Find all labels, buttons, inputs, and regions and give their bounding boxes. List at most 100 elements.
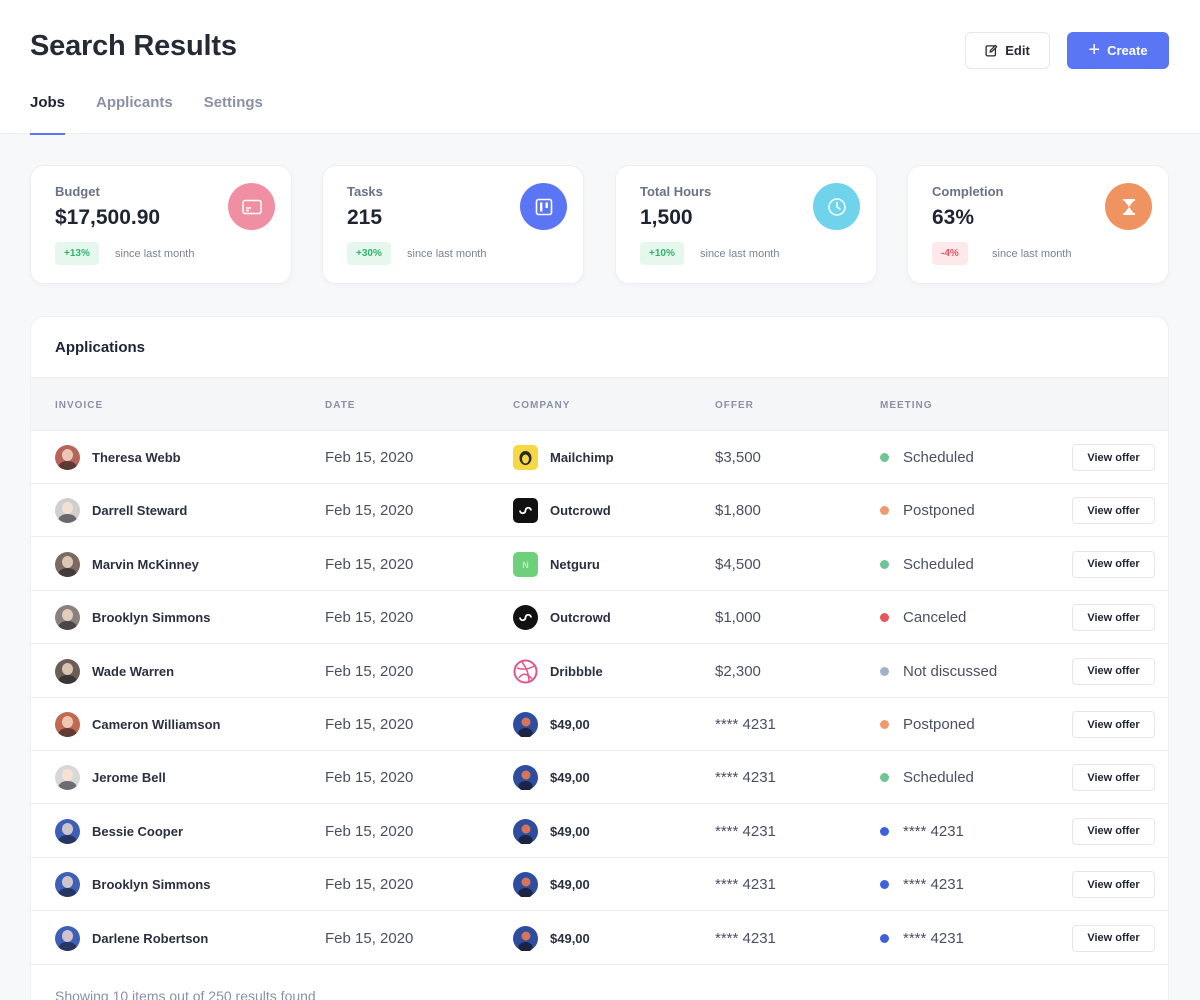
column-header-invoice[interactable]: INVOICE [55, 400, 103, 411]
avatar [55, 498, 80, 524]
status-dot [880, 773, 889, 783]
create-button-label: Create [1107, 43, 1148, 58]
company-cell: N Netguru [513, 538, 600, 591]
date-cell: Feb 15, 2020 [325, 502, 414, 520]
avatar [55, 872, 80, 898]
stat-value: 215 [347, 206, 383, 229]
company-cell: $49,00 [513, 751, 590, 804]
tab-settings[interactable]: Settings [204, 94, 263, 134]
status-dot [880, 506, 889, 516]
column-header-date[interactable]: DATE [325, 400, 355, 411]
status-dot [880, 613, 889, 623]
stat-change-badge: -4% [932, 242, 968, 265]
stat-note: since last month [115, 248, 195, 260]
credit-card-icon [228, 183, 275, 230]
company-name: Dribbble [550, 663, 603, 679]
table-row: Marvin McKinney Feb 15, 2020 N Netguru $4,50… [31, 538, 1168, 591]
svg-text:N: N [522, 560, 529, 570]
stat-value: 1,500 [640, 206, 693, 229]
meeting-cell: **** 4231 [880, 912, 964, 965]
meeting-status: Postponed [903, 502, 975, 520]
column-header-meeting[interactable]: MEETING [880, 400, 933, 411]
create-button[interactable]: + Create [1067, 32, 1169, 69]
meeting-cell: **** 4231 [880, 858, 964, 911]
table-row: Darlene Robertson Feb 15, 2020 $49,00 **** … [31, 912, 1168, 965]
meeting-status: Scheduled [903, 449, 974, 466]
offer-cell: **** 4231 [715, 769, 776, 787]
stat-note: since last month [992, 248, 1072, 260]
company-cell: Dribbble [513, 645, 603, 698]
view-offer-button[interactable]: View offer [1072, 550, 1155, 578]
avatar [55, 818, 80, 844]
view-offer-button[interactable]: View offer [1072, 657, 1155, 685]
stat-change-badge: +13% [55, 242, 99, 265]
meeting-cell: Canceled [880, 591, 966, 644]
results-count: Showing 10 items out of 250 results foun… [55, 988, 316, 1000]
table-header: INVOICE DATE COMPANY OFFER MEETING [31, 377, 1168, 431]
table-row: Brooklyn Simmons Feb 15, 2020 $49,00 **** 4… [31, 858, 1168, 912]
table-row: Bessie Cooper Feb 15, 2020 $49,00 **** 4231… [31, 805, 1168, 858]
avatar [55, 605, 80, 631]
column-header-offer[interactable]: OFFER [715, 400, 754, 411]
view-offer-button[interactable]: View offer [1072, 497, 1155, 525]
company-cell: Mailchimp [513, 431, 614, 484]
company-name: Outcrowd [550, 610, 611, 626]
invoice-cell: Brooklyn Simmons [55, 591, 210, 644]
tab-jobs[interactable]: Jobs [30, 94, 66, 135]
stat-value: 63% [932, 206, 975, 229]
company-name: Netguru [550, 556, 600, 572]
meeting-status: Canceled [903, 609, 967, 627]
view-offer-button[interactable]: View offer [1072, 817, 1155, 845]
date-cell: Feb 15, 2020 [325, 449, 414, 466]
applicant-name: Cameron Williamson [92, 717, 221, 732]
view-offer-button[interactable]: View offer [1072, 711, 1155, 738]
applicant-name: Marvin McKinney [92, 556, 199, 572]
avatar [55, 445, 80, 470]
view-offer-button[interactable]: View offer [1072, 924, 1155, 952]
plus-icon: + [1088, 38, 1101, 61]
status-dot [880, 453, 889, 462]
applicant-name: Bessie Cooper [92, 823, 184, 839]
meeting-cell: Not discussed [880, 645, 997, 698]
photo-logo-icon [513, 925, 538, 951]
company-name: Outcrowd [550, 503, 611, 519]
view-offer-button[interactable]: View offer [1072, 444, 1155, 471]
meeting-status: Postponed [903, 716, 975, 733]
pencil-square-icon [985, 44, 998, 57]
applicant-name: Theresa Webb [92, 450, 181, 465]
table-row: Brooklyn Simmons Feb 15, 2020 Outcrowd $1,0… [31, 591, 1168, 645]
netguru-logo-icon: N [513, 551, 538, 577]
view-offer-button[interactable]: View offer [1072, 604, 1155, 632]
view-offer-button[interactable]: View offer [1072, 871, 1155, 899]
tab-applicants[interactable]: Applicants [96, 94, 173, 134]
kanban-board-icon [520, 183, 567, 230]
offer-cell: **** 4231 [715, 822, 776, 840]
outcrowd-square-logo-icon [513, 498, 538, 524]
date-cell: Feb 15, 2020 [325, 929, 414, 947]
company-cell: $49,00 [513, 698, 590, 751]
clock-icon [813, 183, 860, 230]
invoice-cell: Wade Warren [55, 645, 174, 698]
date-cell: Feb 15, 2020 [325, 609, 414, 627]
meeting-cell: Scheduled [880, 538, 974, 591]
photo-logo-icon [513, 712, 538, 737]
column-header-company[interactable]: COMPANY [513, 400, 570, 411]
invoice-cell: Darlene Robertson [55, 912, 208, 965]
applicant-name: Darrell Steward [92, 503, 188, 519]
status-dot [880, 880, 889, 890]
photo-logo-icon [513, 818, 538, 844]
invoice-cell: Theresa Webb [55, 431, 181, 484]
page-header: Search Results Edit + Create Jobs Applic… [0, 0, 1200, 135]
view-offer-button[interactable]: View offer [1072, 764, 1155, 792]
offer-cell: $4,500 [715, 555, 761, 573]
page-title: Search Results [30, 30, 237, 62]
stat-value: $17,500.90 [55, 206, 161, 229]
stat-label: Tasks [347, 184, 383, 199]
edit-button[interactable]: Edit [965, 32, 1050, 69]
applicant-name: Wade Warren [92, 663, 175, 679]
meeting-cell: **** 4231 [880, 805, 964, 858]
stat-label: Completion [932, 184, 1004, 199]
date-cell: Feb 15, 2020 [325, 822, 414, 840]
stat-change-badge: +30% [347, 242, 391, 265]
status-dot [880, 666, 889, 676]
